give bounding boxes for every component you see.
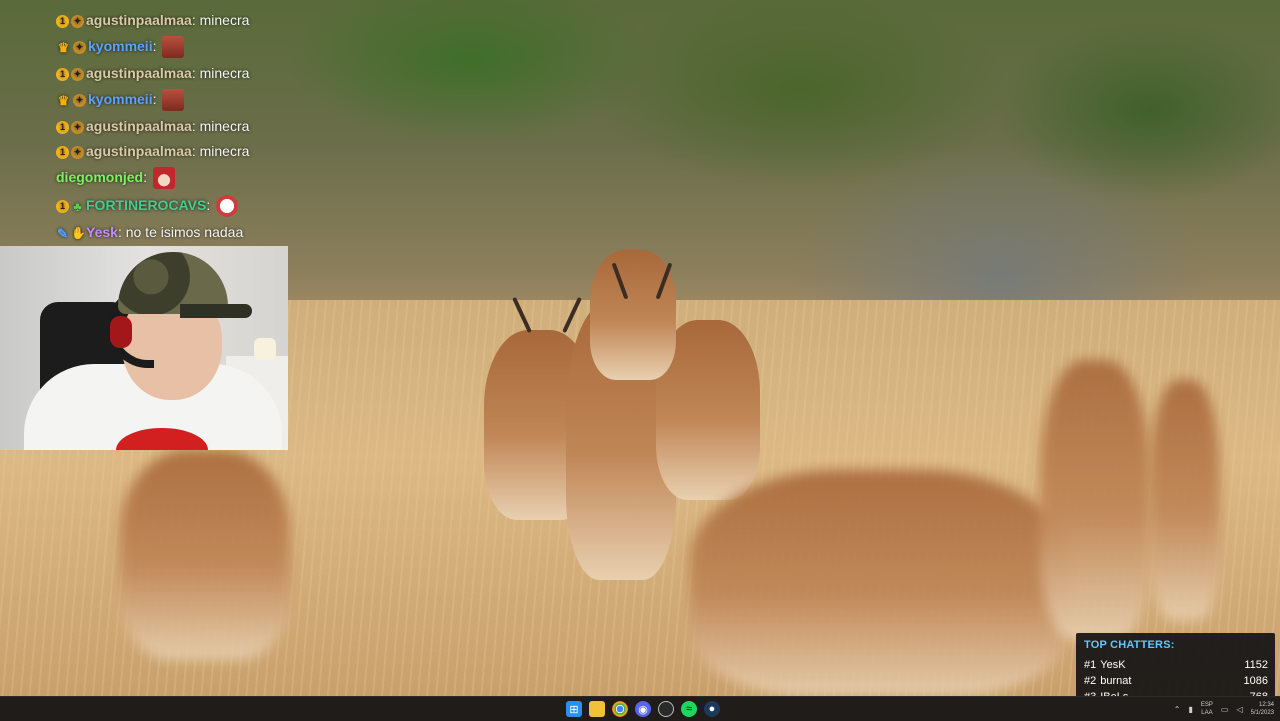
taskbar: ⊞ ◉ ≈ ● ⌃ ▮ ESP LAA ▭ ◁ 12:34 5/1/2023 (0, 696, 1280, 721)
chat-text: minecra (199, 118, 250, 134)
coin-icon: ✦ (71, 145, 84, 159)
chevron-up-icon[interactable]: ⌃ (1174, 705, 1181, 714)
wave-icon: ✋ (71, 225, 86, 240)
chat-separator: : (191, 118, 200, 134)
clock[interactable]: 12:34 5/1/2023 (1251, 701, 1274, 717)
webcam-feed (0, 246, 288, 450)
language-indicator[interactable]: ESP LAA (1201, 701, 1213, 717)
chat-text: minecra (199, 65, 250, 81)
usb-icon[interactable]: ▮ (1189, 705, 1193, 714)
chat-text: minecra (199, 143, 250, 159)
chat-username[interactable]: agustinpaalmaa (86, 65, 192, 81)
crown-icon: ♛ (57, 92, 70, 108)
chatter-rank: #2 (1084, 675, 1097, 687)
cap-brim (180, 304, 252, 318)
chat-message: ♛ ✦ kyommeii: (56, 87, 185, 112)
chat-username[interactable]: agustinpaalmaa (86, 143, 192, 159)
chat-username[interactable]: kyommeii (88, 91, 153, 107)
chat-separator: : (117, 224, 126, 240)
chatter-rank: #1 (1084, 659, 1097, 671)
chat-username[interactable]: agustinpaalmaa (86, 12, 192, 28)
chat-text: minecra (199, 12, 250, 28)
impala-blurred (690, 470, 1070, 696)
chat-separator: : (191, 12, 200, 28)
clock-date: 5/1/2023 (1250, 710, 1274, 716)
chat-username[interactable]: diegomonjed (56, 169, 143, 185)
face-emote (162, 36, 185, 59)
face-emote (162, 89, 185, 112)
file-explorer-icon[interactable] (589, 701, 605, 717)
clock-time: 12:34 (1258, 702, 1274, 708)
chrome-icon[interactable] (612, 701, 628, 717)
chat-username[interactable]: Yesk (86, 224, 118, 240)
subscriber-icon: 1 (56, 67, 69, 81)
chat-message: 1 ✦ agustinpaalmaa: minecra (56, 61, 249, 85)
coin-icon: ✦ (71, 67, 84, 81)
spotify-icon[interactable]: ≈ (681, 701, 697, 717)
top-chatters-title: TOP CHATTERS: (1084, 639, 1175, 651)
chat-message: diegomonjed: (56, 165, 175, 190)
stream-chat: 1 ✦ agustinpaalmaa: minecra ♛ ✦ kyommeii: 1 ✦ a… (0, 0, 290, 246)
chatter-count: 1086 (1243, 675, 1268, 687)
language-region: LAA (1201, 710, 1213, 716)
windows-start-icon[interactable]: ⊞ (566, 701, 582, 717)
impala-blurred (1040, 360, 1150, 640)
lamp (254, 338, 276, 360)
chat-message: 1 ✦ agustinpaalmaa: minecra (56, 114, 249, 138)
santa-emote (152, 167, 175, 190)
steam-icon[interactable]: ● (704, 701, 720, 717)
taskbar-apps: ⊞ ◉ ≈ ● (566, 701, 720, 717)
coin-icon: ✦ (73, 40, 86, 54)
chat-separator: : (191, 65, 200, 81)
chatter-name: YesK (1100, 659, 1126, 671)
chat-message: ✎ ✋Yesk: no te isimos nadaa (56, 220, 243, 244)
chat-separator: : (206, 197, 215, 213)
coin-icon: ✦ (71, 120, 84, 134)
impala (590, 250, 676, 380)
chat-message: ♛ ✦ kyommeii: (56, 34, 185, 59)
subscriber-icon: 1 (56, 199, 69, 213)
impala-blurred (120, 450, 290, 660)
network-icon[interactable]: ▭ (1221, 705, 1229, 714)
top-chatter-row: #1 YesK 1152 (1084, 657, 1268, 673)
chat-separator: : (152, 38, 161, 54)
leaf-icon: ♣ (73, 198, 82, 214)
top-chatter-row: #2 burnat 1086 (1084, 673, 1268, 689)
headphone-earcup (110, 316, 132, 348)
language-code: ESP (1200, 702, 1213, 708)
discord-icon[interactable]: ◉ (635, 701, 651, 717)
obs-icon[interactable] (658, 701, 674, 717)
chat-separator: : (152, 91, 161, 107)
chat-separator: : (143, 169, 151, 185)
volume-icon[interactable]: ◁ (1236, 705, 1242, 714)
chat-message: 1 ♣ FORTINEROCAVS: (56, 193, 239, 218)
chat-username[interactable]: agustinpaalmaa (86, 118, 192, 134)
chat-text: no te isimos nadaa (125, 224, 244, 240)
subscriber-icon: 1 (56, 120, 69, 134)
chatter-count: 1152 (1244, 659, 1268, 671)
chat-separator: : (191, 143, 200, 159)
coin-icon: ✦ (71, 14, 84, 28)
coin-icon: ✦ (73, 93, 86, 107)
sword-icon: ✎ (57, 225, 68, 241)
chat-message: 1 ✦ agustinpaalmaa: minecra (56, 8, 249, 32)
impala-blurred (1150, 380, 1220, 620)
system-tray: ⌃ ▮ ESP LAA ▭ ◁ 12:34 5/1/2023 (1174, 700, 1274, 718)
chatter-name: burnat (1100, 675, 1132, 687)
chat-message: 1 ✦ agustinpaalmaa: minecra (56, 139, 249, 163)
subscriber-icon: 1 (56, 14, 69, 28)
crown-icon: ♛ (57, 39, 70, 55)
chat-username[interactable]: FORTINEROCAVS (86, 197, 206, 213)
subscriber-icon: 1 (56, 145, 69, 159)
chat-username[interactable]: kyommeii (88, 38, 153, 54)
clock-emote (216, 195, 239, 218)
